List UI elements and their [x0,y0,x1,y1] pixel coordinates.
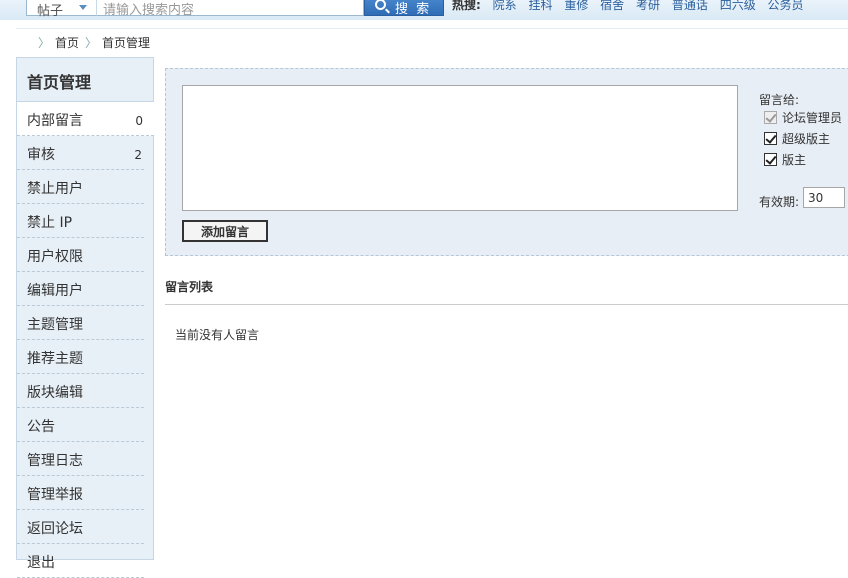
sidebar-item-label: 用户权限 [27,249,83,265]
sidebar-item-label: 版块编辑 [27,385,83,401]
search-button-label: 搜 索 [395,2,432,17]
recipient-moderator[interactable]: 版主 [764,151,806,167]
sidebar-item-review[interactable]: 审核 2 [17,136,144,170]
sidebar-item-user-permissions[interactable]: 用户权限 [17,238,144,272]
sidebar-item-board-edit[interactable]: 版块编辑 [17,374,144,408]
sidebar-item-label: 推荐主题 [27,351,83,367]
breadcrumb-current[interactable]: 首页管理 [102,36,150,50]
breadcrumb-home[interactable]: 首页 [55,36,79,50]
breadcrumb: 〉首页〉首页管理 [16,28,848,54]
validity-label: 有效期: [759,195,800,209]
hot-search: 热搜: 院系 挂科 重修 宿舍 考研 普通话 四六级 公务员 [452,0,812,13]
sidebar-item-admin-log[interactable]: 管理日志 [17,442,144,476]
recipient-forum-admin[interactable]: 论坛管理员 [764,109,842,125]
hot-link[interactable]: 重修 [564,0,588,12]
sidebar-item-edit-user[interactable]: 编辑用户 [17,272,144,306]
sidebar-item-label: 审核 [27,147,55,163]
breadcrumb-separator-icon: 〉 [85,36,98,50]
sidebar-item-label: 管理举报 [27,487,83,503]
empty-message: 当前没有人留言 [175,328,260,342]
sidebar-item-label: 禁止用户 [27,181,83,197]
hot-link[interactable]: 公务员 [768,0,804,12]
count-badge: 0 [135,114,143,128]
breadcrumb-separator-icon: 〉 [38,36,51,50]
sidebar-item-label: 主题管理 [27,317,83,333]
sidebar-item-internal-messages[interactable]: 内部留言 0 [17,102,154,136]
sidebar-item-announcements[interactable]: 公告 [17,408,144,442]
top-header: 帖子 请输入搜索内容 搜 索 热搜: 院系 挂科 重修 宿舍 考研 普通话 四六… [0,0,848,20]
sidebar-item-ban-ip[interactable]: 禁止 IP [17,204,144,238]
hot-link[interactable]: 宿舍 [600,0,624,12]
compose-panel: 添加留言 留言给: 论坛管理员 超级版主 版主 有效期: 30 [165,68,848,256]
sidebar-item-label: 退出 [27,555,55,571]
recipient-label: 超级版主 [782,132,831,146]
sidebar-item-recommended-topics[interactable]: 推荐主题 [17,340,144,374]
validity-input[interactable]: 30 [803,187,845,208]
hot-link[interactable]: 考研 [636,0,660,12]
checkbox-checked-icon[interactable] [764,132,777,145]
sidebar-item-label: 公告 [27,419,55,435]
divider [165,304,848,305]
search-input[interactable]: 请输入搜索内容 [96,0,364,18]
recipient-label: 版主 [782,153,807,167]
sidebar-item-label: 内部留言 [27,113,83,129]
recipient-label: 论坛管理员 [782,111,843,125]
checkbox-checked-icon[interactable] [764,153,777,166]
sidebar-item-back-to-forum[interactable]: 返回论坛 [17,510,144,544]
message-textarea[interactable] [182,85,738,211]
hot-link[interactable]: 四六级 [720,0,756,12]
sidebar-item-reports[interactable]: 管理举报 [17,476,144,510]
hot-search-label: 热搜: [452,0,481,12]
hot-link[interactable]: 挂科 [528,0,552,12]
sidebar-item-label: 返回论坛 [27,521,83,537]
recipients-label: 留言给: [759,93,800,107]
sidebar-item-label: 编辑用户 [27,283,83,299]
sidebar: 首页管理 内部留言 0 审核 2 禁止用户 禁止 IP 用户权限 编辑用户 主题… [16,57,154,578]
hot-link[interactable]: 院系 [493,0,517,12]
search-button[interactable]: 搜 索 [364,0,444,17]
sidebar-item-label: 管理日志 [27,453,83,469]
message-list-title: 留言列表 [165,280,214,294]
chevron-down-icon [79,5,87,10]
checkbox-checked-icon[interactable] [764,111,777,124]
hot-link[interactable]: 普通话 [672,0,708,12]
sidebar-item-topic-management[interactable]: 主题管理 [17,306,144,340]
search-type-select[interactable]: 帖子 [26,0,96,19]
sidebar-title: 首页管理 [17,58,153,102]
search-type-label: 帖子 [37,4,64,19]
recipient-super-moderator[interactable]: 超级版主 [764,130,830,146]
sidebar-item-ban-user[interactable]: 禁止用户 [17,170,144,204]
sidebar-item-logout[interactable]: 退出 [17,544,144,578]
search-icon [375,0,386,10]
count-badge: 2 [134,148,142,162]
sidebar-item-label: 禁止 IP [27,215,73,231]
add-message-button[interactable]: 添加留言 [182,220,268,242]
